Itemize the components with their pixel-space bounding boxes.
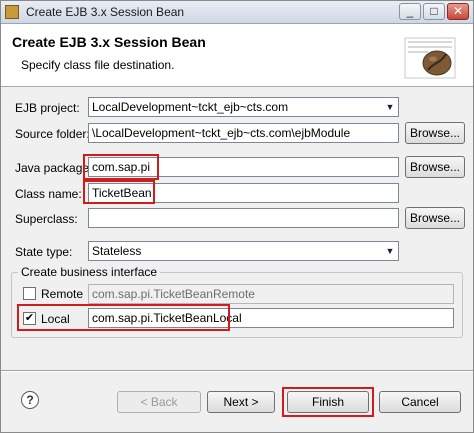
ejb-project-value: LocalDevelopment~tckt_ejb~cts.com (92, 100, 289, 114)
back-button[interactable]: < Back (117, 391, 201, 413)
cancel-button[interactable]: Cancel (379, 391, 461, 413)
class-name-value: TicketBean (92, 186, 152, 200)
minimize-button[interactable]: _ (399, 3, 421, 20)
superclass-field[interactable] (88, 208, 399, 228)
close-icon: ✕ (452, 4, 464, 18)
help-icon[interactable]: ? (21, 391, 39, 409)
superclass-label: Superclass: (15, 212, 78, 226)
chevron-down-icon[interactable]: ▼ (383, 243, 397, 259)
close-button[interactable]: ✕ (447, 3, 469, 20)
footer-separator (1, 370, 473, 372)
remote-interface-value: com.sap.pi.TicketBeanRemote (92, 287, 255, 301)
java-package-label: Java package: (15, 161, 93, 175)
class-name-label: Class name: (15, 187, 82, 201)
remote-checkbox[interactable] (23, 287, 36, 300)
class-name-field[interactable]: TicketBean (88, 183, 399, 203)
java-package-field[interactable]: com.sap.pi (88, 157, 399, 177)
state-type-value: Stateless (92, 244, 142, 258)
browse-package-button[interactable]: Browse... (405, 156, 465, 178)
app-icon (5, 5, 19, 19)
browse-source-folder-button[interactable]: Browse... (405, 122, 465, 144)
wizard-header: Create EJB 3.x Session Bean Specify clas… (1, 24, 473, 87)
title-bar[interactable]: Create EJB 3.x Session Bean _ □ ✕ (1, 1, 473, 24)
text-cursor (152, 186, 154, 199)
remote-label[interactable]: Remote (41, 287, 83, 301)
finish-button[interactable]: Finish (287, 391, 369, 413)
chevron-down-icon[interactable]: ▼ (383, 99, 397, 115)
check-icon: ✔ (24, 312, 35, 324)
wizard-title: Create EJB 3.x Session Bean (12, 34, 206, 50)
next-button[interactable]: Next > (207, 391, 275, 413)
minimize-icon: _ (406, 4, 414, 18)
local-checkbox[interactable]: ✔ (23, 312, 36, 325)
local-interface-field[interactable]: com.sap.pi.TicketBeanLocal (88, 308, 454, 328)
state-type-label: State type: (15, 245, 73, 259)
local-label[interactable]: Local (41, 312, 70, 326)
source-folder-label: Source folder: (15, 127, 90, 141)
local-interface-value: com.sap.pi.TicketBeanLocal (92, 311, 242, 325)
ejb-project-label: EJB project: (15, 101, 80, 115)
maximize-button[interactable]: □ (423, 3, 445, 20)
ejb-project-select[interactable]: LocalDevelopment~tckt_ejb~cts.com ▼ (88, 97, 399, 117)
remote-interface-field: com.sap.pi.TicketBeanRemote (88, 284, 454, 304)
business-interface-group-title: Create business interface (18, 265, 161, 279)
state-type-select[interactable]: Stateless ▼ (88, 241, 399, 261)
window-title: Create EJB 3.x Session Bean (26, 5, 185, 19)
coffee-bean-icon (404, 37, 456, 79)
dialog-window: Create EJB 3.x Session Bean _ □ ✕ Create… (0, 0, 474, 433)
source-folder-field[interactable]: \LocalDevelopment~tckt_ejb~cts.com\ejbMo… (88, 123, 399, 143)
maximize-icon: □ (430, 4, 438, 18)
business-interface-group (11, 272, 463, 338)
wizard-subtitle: Specify class file destination. (21, 58, 175, 72)
browse-superclass-button[interactable]: Browse... (405, 207, 465, 229)
java-package-value: com.sap.pi (92, 160, 151, 174)
source-folder-value: \LocalDevelopment~tckt_ejb~cts.com\ejbMo… (92, 126, 351, 140)
